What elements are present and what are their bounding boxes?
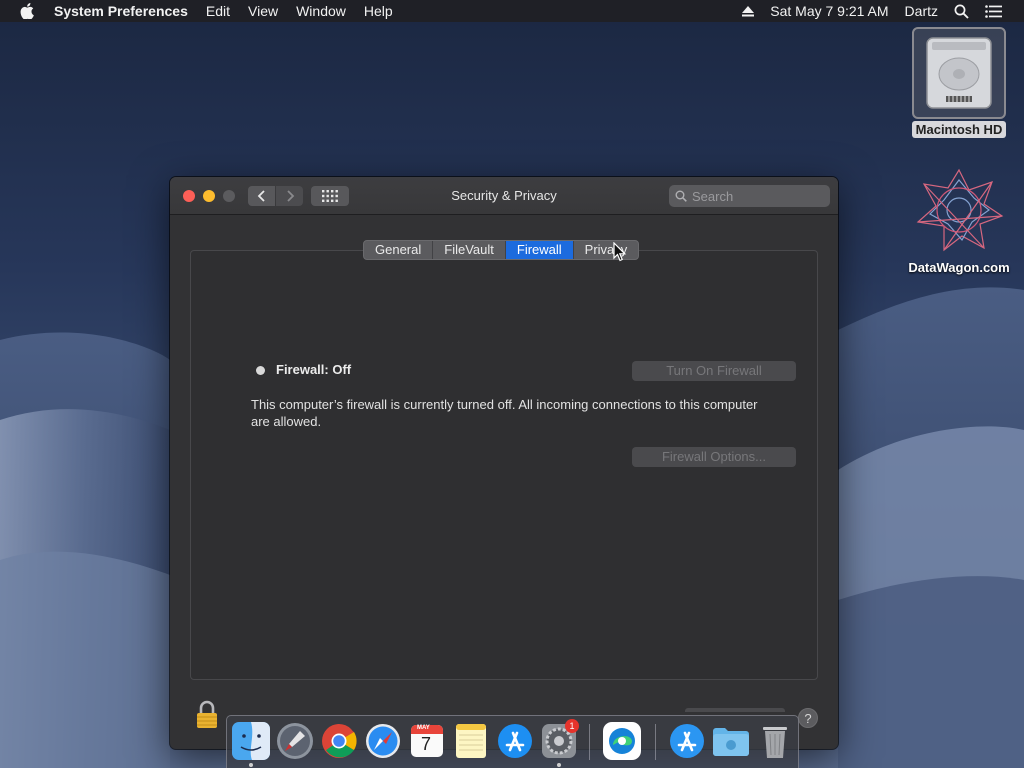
desktop-icon-label: DataWagon.com (908, 260, 1010, 275)
firewall-description: This computer’s firewall is currently tu… (251, 397, 758, 429)
apple-menu-icon[interactable] (0, 0, 54, 22)
dock-edge-icon[interactable] (603, 722, 641, 760)
calendar-day: 7 (420, 734, 431, 754)
advanced-button[interactable] (685, 708, 785, 712)
dock-launchpad-icon[interactable] (276, 722, 314, 760)
dock-finder-icon[interactable] (232, 722, 270, 760)
help-button[interactable]: ? (798, 708, 818, 728)
menu-help[interactable]: Help (355, 0, 402, 22)
firewall-status-label: Firewall: Off (276, 362, 352, 377)
dock-downloads-folder-icon[interactable] (712, 722, 750, 760)
tab-firewall[interactable]: Firewall (505, 241, 574, 259)
menubar-user[interactable]: Dartz (897, 0, 946, 22)
calendar-month: MAY (417, 725, 430, 731)
desktop-icon-datawagon[interactable]: DataWagon.com (900, 168, 1018, 277)
desktop-icon-label: Macintosh HD (911, 121, 1007, 138)
search-placeholder: Search (692, 188, 734, 204)
search-input[interactable]: Search (669, 185, 830, 207)
menu-window[interactable]: Window (287, 0, 355, 22)
firewall-options-button[interactable]: Firewall Options... (632, 447, 796, 467)
menubar-clock[interactable]: Sat May 7 9:21 AM (762, 0, 896, 22)
dock: MAY 7 1 (226, 715, 799, 768)
mouse-cursor-icon (613, 241, 627, 267)
dock-chrome-icon[interactable] (320, 722, 358, 760)
security-privacy-window: Security & Privacy Search Firewall: Off … (170, 177, 838, 749)
dock-notes-icon[interactable] (452, 722, 490, 760)
spotlight-icon[interactable] (946, 4, 977, 19)
tab-general[interactable]: General (364, 241, 434, 259)
tab-filevault[interactable]: FileVault (433, 241, 506, 259)
running-indicator (249, 763, 253, 767)
tab-privacy[interactable]: Privacy (574, 241, 639, 259)
menu-edit[interactable]: Edit (197, 0, 239, 22)
firewall-panel: Firewall: Off This computer’s firewall i… (190, 250, 818, 680)
lock-icon[interactable] (194, 700, 220, 735)
status-indicator (256, 366, 265, 375)
title-bar[interactable]: Security & Privacy Search (170, 177, 838, 215)
datawagon-icon (916, 168, 1004, 252)
dock-safari-icon[interactable] (364, 722, 402, 760)
app-menu[interactable]: System Preferences (54, 0, 197, 22)
turn-on-firewall-button[interactable]: Turn On Firewall (632, 361, 796, 381)
search-icon (675, 190, 687, 202)
notification-badge: 1 (565, 719, 579, 733)
dock-app-store-icon[interactable] (496, 722, 534, 760)
running-indicator (557, 763, 561, 767)
menu-view[interactable]: View (239, 0, 287, 22)
tab-bar: General FileVault Firewall Privacy (363, 240, 640, 260)
dock-separator (589, 724, 590, 760)
dock-applications-folder-icon[interactable] (668, 722, 706, 760)
dock-separator (655, 724, 656, 760)
dock-trash-icon[interactable] (756, 722, 794, 760)
desktop-icon-macintosh-hd[interactable]: Macintosh HD (908, 27, 1010, 139)
hard-drive-icon (926, 37, 992, 109)
eject-icon[interactable] (734, 5, 762, 17)
menu-bar: System Preferences Edit View Window Help… (0, 0, 1024, 22)
notification-center-icon[interactable] (977, 4, 1024, 18)
